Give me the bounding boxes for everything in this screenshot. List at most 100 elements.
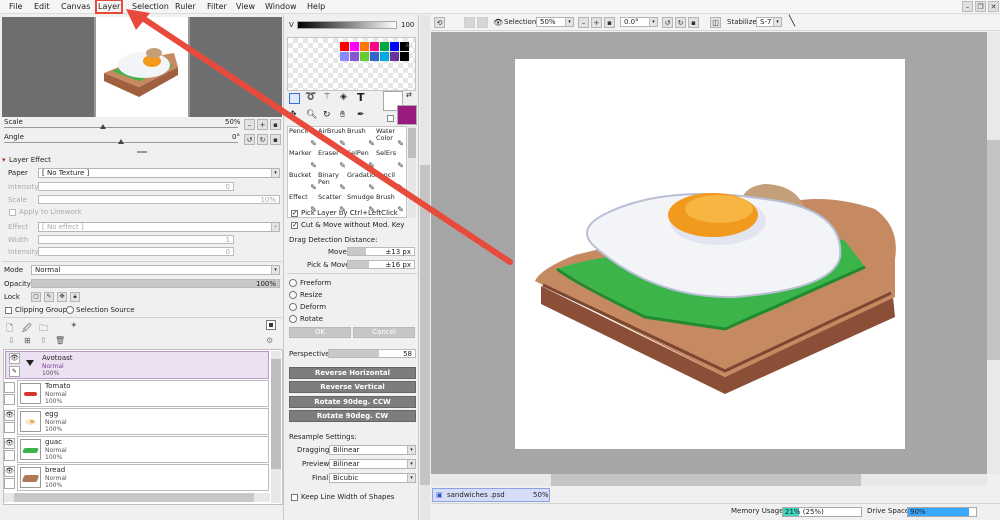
layer-bread[interactable]: 👁︎ bread Normal 100% (4, 464, 269, 491)
tool-airbrush[interactable]: AirBrush ✎ (318, 128, 347, 149)
secondary-color[interactable] (397, 105, 417, 125)
edit-toggle[interactable] (4, 478, 15, 489)
lock-move-icon[interactable]: ✥ (57, 292, 67, 302)
tool-gradation[interactable]: Gradation ✎ (347, 172, 379, 193)
rotate-ccw-button[interactable]: ↺ (244, 134, 255, 145)
menu-ruler[interactable]: Ruler (175, 2, 196, 11)
dragging-resample-select[interactable]: Bilinear ▾ (329, 445, 416, 455)
angle-select[interactable]: 0.0° ▾ (620, 17, 658, 27)
navigator-preview[interactable] (2, 17, 282, 117)
text-tool-icon[interactable]: T (357, 91, 365, 104)
rotate-icon[interactable]: ↻ (323, 110, 331, 120)
edit-toggle[interactable] (4, 422, 15, 433)
opacity-slider[interactable]: 100% (31, 279, 280, 288)
zoom-in-button[interactable]: + (257, 119, 268, 130)
lock-all-icon[interactable]: 🔒︎ (70, 292, 80, 302)
cancel-button[interactable]: Cancel (353, 327, 415, 338)
transfer-down-icon[interactable]: ⇩ (8, 336, 15, 345)
blend-mode-select[interactable]: Normal ▾ (31, 265, 280, 275)
tool-panel-scrollbar[interactable] (420, 15, 430, 520)
minimize-button[interactable]: – (962, 1, 973, 12)
tool-smudge[interactable]: Smudge ✎ (347, 194, 376, 215)
zoom-out-button[interactable]: – (244, 119, 255, 130)
zoom-reset-button[interactable]: ▪ (270, 119, 281, 130)
zoom-in-icon[interactable]: + (591, 17, 602, 28)
new-linework-layer-icon[interactable]: 🖉︎ (22, 321, 32, 337)
restore-button[interactable]: ❐ (975, 1, 986, 12)
visibility-eye-icon[interactable]: 👁︎ (4, 438, 15, 449)
new-layer-icon[interactable]: 🗋︎ (6, 321, 13, 337)
magic-wand-icon[interactable]: ⚚ (323, 92, 331, 102)
menu-filter[interactable]: Filter (207, 2, 227, 11)
menu-file[interactable]: File (9, 2, 22, 11)
preview-resample-select[interactable]: Bilinear ▾ (329, 459, 416, 469)
color-swatch[interactable] (390, 52, 399, 61)
layers-scrollbar[interactable] (271, 351, 281, 503)
layers-hscrollbar[interactable] (4, 493, 270, 502)
scale-slider[interactable] (4, 127, 238, 128)
rotate-radio[interactable] (289, 315, 297, 323)
rotate-reset-button[interactable]: ▪ (270, 134, 281, 145)
selection-source-radio[interactable] (66, 306, 74, 314)
effect-select[interactable]: [ No effect ] ▾ (38, 222, 280, 232)
edit-toggle[interactable] (4, 450, 15, 461)
scale-slider-thumb[interactable] (100, 124, 106, 129)
straight-line-icon[interactable]: ╲ (789, 16, 795, 27)
reverse-horizontal-button[interactable]: Reverse Horizontal (289, 367, 416, 379)
edit-toggle[interactable] (4, 394, 15, 405)
tool-water-color[interactable]: Water Color ✎ (376, 128, 405, 149)
layer-settings-icon[interactable]: ⚙︎ (266, 336, 273, 345)
lock-paint-icon[interactable]: ✎ (44, 292, 54, 302)
zoom-reset-icon[interactable]: ▪ (604, 17, 615, 28)
layer-folder-avotoast[interactable]: 👁︎ ✎ Avotoast Normal 100% (5, 351, 269, 379)
texture-scale-slider[interactable]: 10% (38, 195, 280, 204)
stabilizer-select[interactable]: S-7 ▾ (756, 17, 782, 27)
zoom-select[interactable]: 50% ▾ (536, 17, 574, 27)
keep-line-width-checkbox[interactable] (291, 494, 298, 501)
rotate-right-icon[interactable]: ↻ (675, 17, 686, 28)
visibility-eye-icon[interactable]: 👁︎ (9, 353, 20, 364)
undo-icon[interactable]: ⟲ (434, 17, 445, 28)
canvas-viewport[interactable] (431, 32, 987, 474)
color-swatch[interactable] (340, 42, 349, 51)
hand-icon[interactable]: ✋︎ (340, 110, 345, 120)
intensity-slider[interactable]: 0 (38, 182, 234, 191)
rotate-ccw-90-button[interactable]: Rotate 90deg. CCW (289, 396, 416, 408)
tool-brush[interactable]: Brush ✎ (376, 194, 405, 215)
document-tab[interactable]: ▣ sandwiches .psd 50% (432, 488, 550, 502)
selection-toggle-icon[interactable] (464, 17, 475, 28)
angle-slider-thumb[interactable] (118, 139, 124, 144)
color-swatch[interactable] (400, 52, 409, 61)
menu-help[interactable]: Help (307, 2, 325, 11)
menu-canvas[interactable]: Canvas (61, 2, 90, 11)
effect-width-slider[interactable]: 1 (38, 235, 234, 244)
move-icon[interactable]: ✥ (289, 110, 297, 120)
menu-window[interactable]: Window (265, 2, 297, 11)
tool-effect[interactable]: Effect ✎ (289, 194, 318, 215)
final-resample-select[interactable]: Bicubic ▾ (329, 473, 416, 483)
tool-marker[interactable]: Marker ✎ (289, 150, 318, 171)
swatch-scroll-up-icon[interactable]: ▲ (405, 41, 410, 48)
visibility-eye-icon[interactable]: 👁︎ (4, 410, 15, 421)
tool-scatter[interactable]: Scatter ✎ (318, 194, 347, 215)
layer-tomato[interactable]: Tomato Normal 100% (4, 380, 269, 407)
tool-bucket[interactable]: Bucket ✎ (289, 172, 318, 193)
paper-select[interactable]: [ No Texture ] ▾ (38, 168, 280, 178)
delete-layer-icon[interactable]: 🗑︎ (55, 336, 65, 345)
perspective-slider[interactable]: 58 (328, 349, 416, 358)
tool-selers[interactable]: SelErs ✎ (376, 150, 405, 171)
menu-selection[interactable]: Selection (132, 2, 169, 11)
visibility-eye-icon[interactable]: 👁︎ (4, 466, 15, 477)
color-swatch[interactable] (340, 52, 349, 61)
color-swatch[interactable] (390, 42, 399, 51)
rect-select-icon[interactable] (289, 93, 300, 104)
color-swatch[interactable] (370, 52, 379, 61)
swatch-palette[interactable] (287, 37, 416, 91)
selection-eye-icon[interactable]: 👁︎ (493, 18, 503, 27)
lasso-icon[interactable]: ➰ (305, 92, 316, 102)
color-swatch[interactable] (350, 52, 359, 61)
edit-pen-icon[interactable]: ✎ (9, 366, 20, 377)
fill-select-icon[interactable]: ◈ (340, 92, 347, 102)
color-swatch[interactable] (380, 42, 389, 51)
menu-view[interactable]: View (236, 2, 255, 11)
